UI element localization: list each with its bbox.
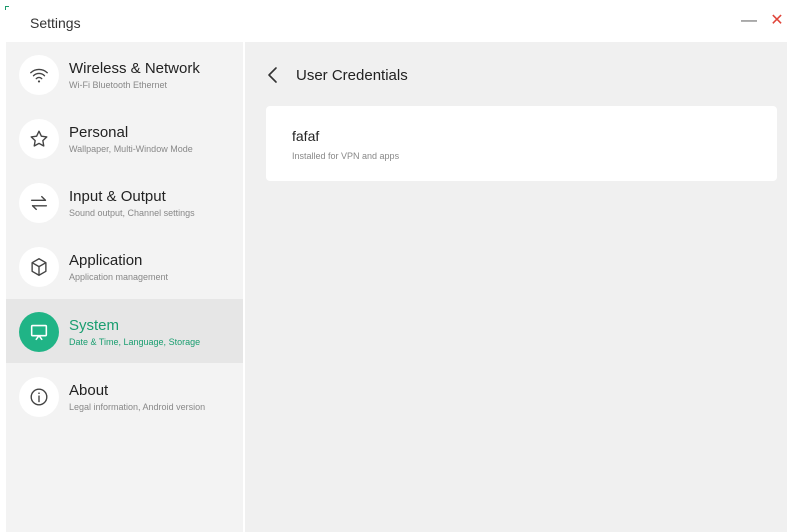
sidebar-item-personal[interactable]: Personal Wallpaper, Multi-Window Mode (6, 106, 243, 170)
credential-name: fafaf (292, 128, 320, 144)
sidebar-item-application[interactable]: Application Application management (6, 234, 243, 298)
sidebar-item-subtitle: Wallpaper, Multi-Window Mode (69, 144, 193, 154)
back-button[interactable] (265, 64, 281, 86)
sidebar-item-label: Personal (69, 124, 129, 141)
swap-arrows-icon (19, 183, 59, 223)
sidebar-item-label: System (69, 317, 120, 334)
sidebar: Wireless & Network Wi-Fi Bluetooth Ether… (6, 42, 243, 532)
wifi-icon (19, 55, 59, 95)
main-content: User Credentials fafaf Installed for VPN… (245, 42, 787, 532)
sidebar-item-subtitle: Date & Time, Language, Storage (69, 337, 201, 347)
monitor-icon (19, 312, 59, 352)
chevron-left-icon (268, 67, 277, 83)
sidebar-item-label: Application (69, 252, 143, 269)
sidebar-item-subtitle: Sound output, Channel settings (69, 208, 195, 218)
sidebar-item-system[interactable]: System Date & Time, Language, Storage (6, 299, 243, 363)
page-title: User Credentials (296, 67, 408, 84)
credential-description: Installed for VPN and apps (292, 151, 400, 161)
cube-icon (19, 247, 59, 287)
sidebar-item-label: About (69, 382, 109, 399)
sidebar-item-wireless-network[interactable]: Wireless & Network Wi-Fi Bluetooth Ether… (6, 42, 243, 106)
info-icon (19, 377, 59, 417)
title-bar: Settings — ✕ (0, 0, 787, 42)
sidebar-item-subtitle: Application management (69, 272, 169, 282)
app-title: Settings (30, 15, 81, 31)
sidebar-item-label: Input & Output (69, 188, 166, 205)
close-button[interactable]: ✕ (770, 12, 784, 30)
minimize-button[interactable]: — (741, 12, 757, 30)
star-icon (19, 119, 59, 159)
sidebar-item-input-output[interactable]: Input & Output Sound output, Channel set… (6, 170, 243, 234)
sidebar-item-about[interactable]: About Legal information, Android version (6, 364, 243, 428)
sidebar-item-subtitle: Wi-Fi Bluetooth Ethernet (69, 80, 168, 90)
corner-mark (5, 6, 9, 10)
credential-item[interactable]: fafaf Installed for VPN and apps (266, 106, 777, 181)
sidebar-item-subtitle: Legal information, Android version (69, 402, 206, 412)
sidebar-item-label: Wireless & Network (69, 60, 200, 77)
